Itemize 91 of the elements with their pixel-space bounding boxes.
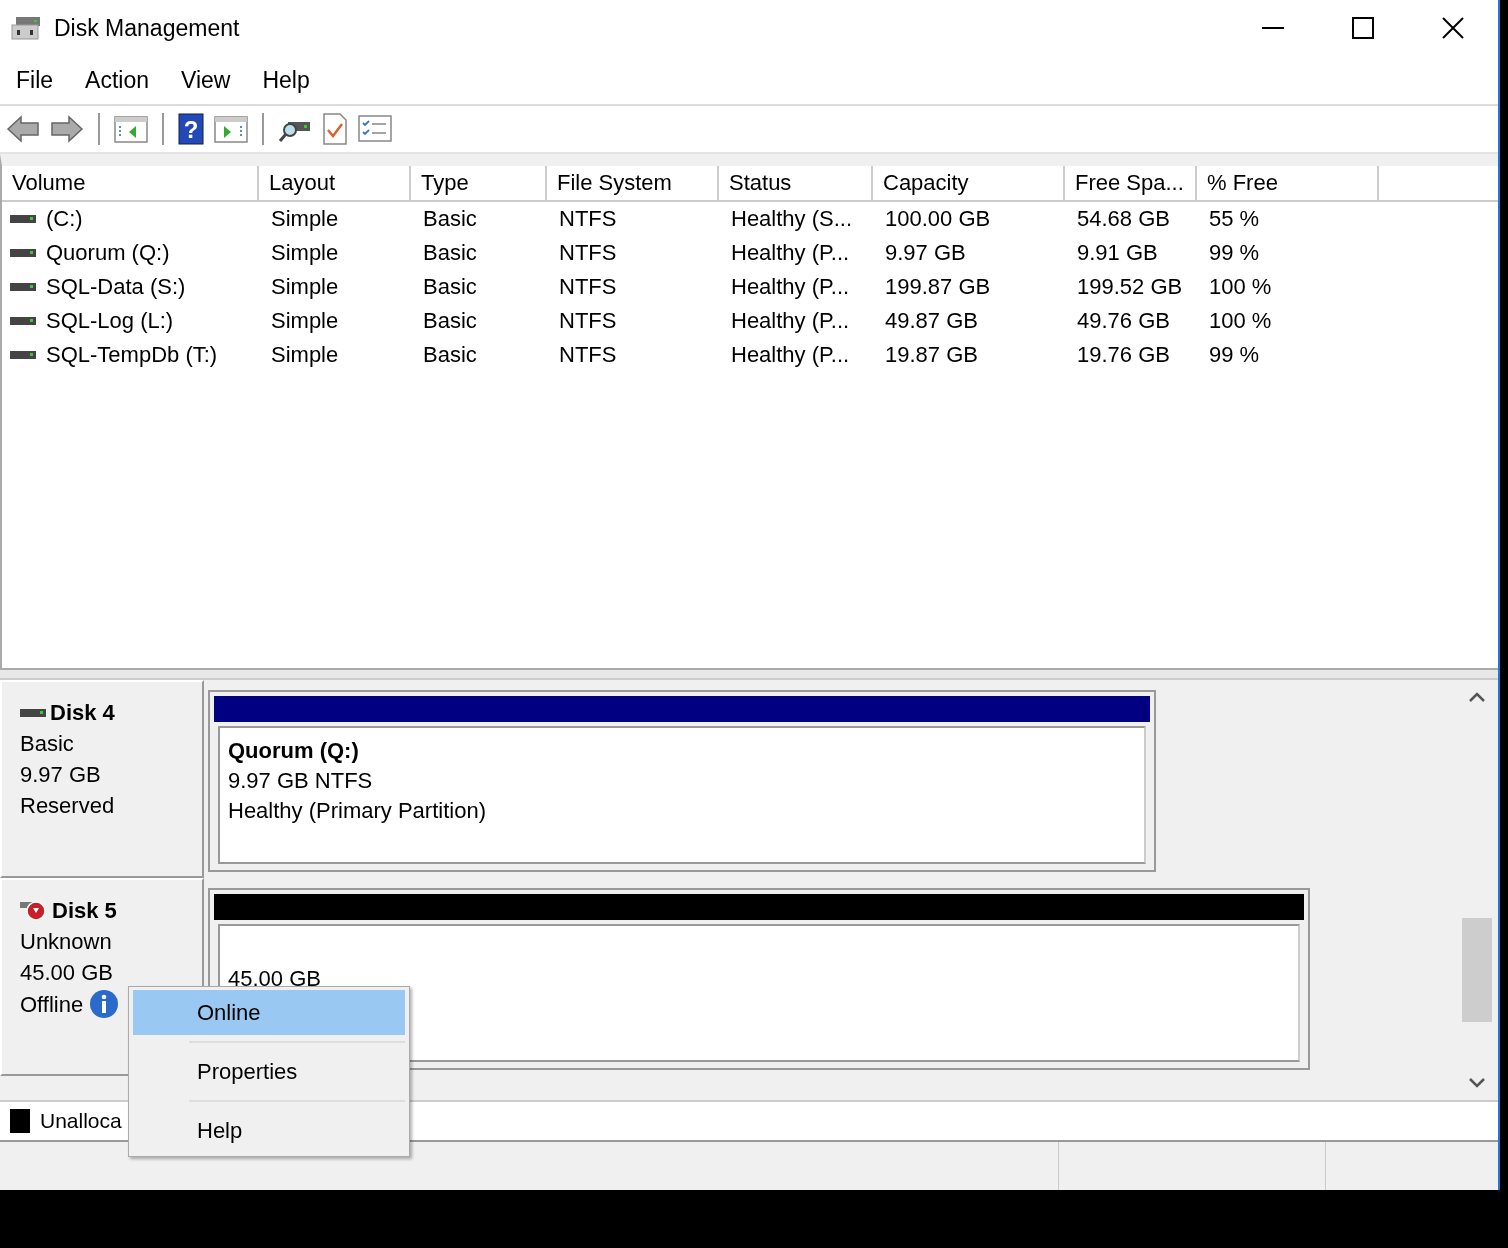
table-cell: Healthy (S... [731, 206, 853, 232]
table-cell: 99 % [1209, 240, 1260, 266]
forward-arrow-icon[interactable] [50, 114, 84, 144]
table-cell: Healthy (P... [731, 274, 850, 300]
panel-icon[interactable] [214, 114, 248, 144]
help-icon[interactable]: ? [178, 113, 204, 145]
column-header[interactable]: Free Spa... [1065, 166, 1197, 200]
table-cell: SQL-TempDb (T:) [46, 342, 218, 368]
drive-icon [10, 350, 36, 360]
table-cell: 19.76 GB [1077, 342, 1170, 368]
back-arrow-icon[interactable] [6, 114, 40, 144]
table-cell: 55 % [1209, 206, 1260, 232]
table-cell: Simple [271, 206, 339, 232]
scroll-up-icon[interactable] [1469, 692, 1485, 702]
table-cell: NTFS [559, 274, 617, 300]
checklist-icon[interactable] [358, 115, 392, 143]
disk-status: Offline [20, 990, 84, 1019]
table-cell: Healthy (P... [731, 308, 850, 334]
table-cell: (C:) [46, 206, 83, 232]
partition-box[interactable]: Quorum (Q:) 9.97 GB NTFS Healthy (Primary Partition) [218, 726, 1146, 864]
disk-drive-icon [10, 15, 42, 41]
table-cell: Simple [271, 342, 339, 368]
table-cell: 54.68 GB [1077, 206, 1170, 232]
scroll-thumb[interactable] [1462, 918, 1492, 1022]
table-cell: 9.91 GB [1077, 240, 1158, 266]
partition-detail: Healthy (Primary Partition) [228, 797, 487, 825]
menu-item[interactable]: File [16, 66, 54, 94]
disk-name: Disk 4 [50, 699, 115, 727]
table-cell: Basic [423, 274, 477, 300]
table-cell: Simple [271, 240, 339, 266]
table-cell: 100 % [1209, 274, 1272, 300]
table-cell: 199.87 GB [885, 274, 991, 300]
column-header[interactable]: Type [411, 166, 547, 200]
drive-icon [10, 214, 36, 224]
disk-name: Disk 5 [52, 897, 117, 925]
menu-item[interactable]: Help [262, 66, 310, 94]
table-cell: 49.76 GB [1077, 308, 1170, 334]
maximize-icon[interactable] [1352, 17, 1374, 39]
disk-info-panel[interactable]: Disk 4 Basic 9.97 GB Reserved [0, 680, 204, 878]
drive-icon [10, 316, 36, 326]
table-cell: 19.87 GB [885, 342, 978, 368]
window-title: Disk Management [54, 14, 240, 42]
menu-item[interactable]: View [181, 66, 231, 94]
disk-status: Reserved [20, 792, 115, 820]
legend-label: Unalloca [40, 1109, 122, 1133]
offline-drive-icon [20, 899, 48, 922]
table-cell: 9.97 GB [885, 240, 966, 266]
table-cell: 100 % [1209, 308, 1272, 334]
disk-type: Basic [20, 730, 75, 758]
disk-size: 9.97 GB [20, 761, 102, 789]
context-menu-item[interactable]: Help [133, 1108, 405, 1153]
column-header[interactable]: Capacity [873, 166, 1065, 200]
table-cell: Healthy (P... [731, 342, 850, 368]
partition-title: Quorum (Q:) [228, 737, 360, 765]
column-header[interactable]: Layout [259, 166, 411, 200]
checked-document-icon[interactable] [322, 113, 348, 145]
table-cell: NTFS [559, 206, 617, 232]
table-cell: NTFS [559, 308, 617, 334]
disk-size: 45.00 GB [20, 959, 114, 987]
partition-detail: 9.97 GB NTFS [228, 767, 374, 795]
table-cell: Quorum (Q:) [46, 240, 170, 266]
context-menu-item[interactable]: Online [133, 990, 405, 1035]
table-cell: Basic [423, 308, 477, 334]
drive-icon [10, 282, 36, 292]
table-cell: 199.52 GB [1077, 274, 1183, 300]
drive-icon [10, 248, 36, 258]
scroll-down-icon[interactable] [1469, 1078, 1485, 1088]
disk-type: Unknown [20, 928, 113, 956]
close-icon[interactable] [1442, 17, 1464, 39]
table-cell: Basic [423, 342, 477, 368]
table-cell: Basic [423, 240, 477, 266]
table-cell: Healthy (P... [731, 240, 850, 266]
table-cell: Simple [271, 308, 339, 334]
column-header[interactable]: Volume [2, 166, 259, 200]
table-cell: NTFS [559, 240, 617, 266]
panel-icon[interactable] [114, 114, 148, 144]
column-header[interactable]: Status [719, 166, 873, 200]
menu-item[interactable]: Action [85, 66, 149, 94]
partition-detail: 45.00 GB [228, 965, 322, 993]
column-header[interactable]: File System [547, 166, 719, 200]
table-cell: NTFS [559, 342, 617, 368]
table-cell: 100.00 GB [885, 206, 991, 232]
table-cell: SQL-Log (L:) [46, 308, 174, 334]
drive-icon [20, 707, 46, 718]
table-cell: SQL-Data (S:) [46, 274, 186, 300]
info-icon [89, 989, 120, 1019]
table-cell: Simple [271, 274, 339, 300]
table-cell: 49.87 GB [885, 308, 978, 334]
column-header[interactable]: % Free [1197, 166, 1379, 200]
table-cell: 99 % [1209, 342, 1260, 368]
table-cell: Basic [423, 206, 477, 232]
